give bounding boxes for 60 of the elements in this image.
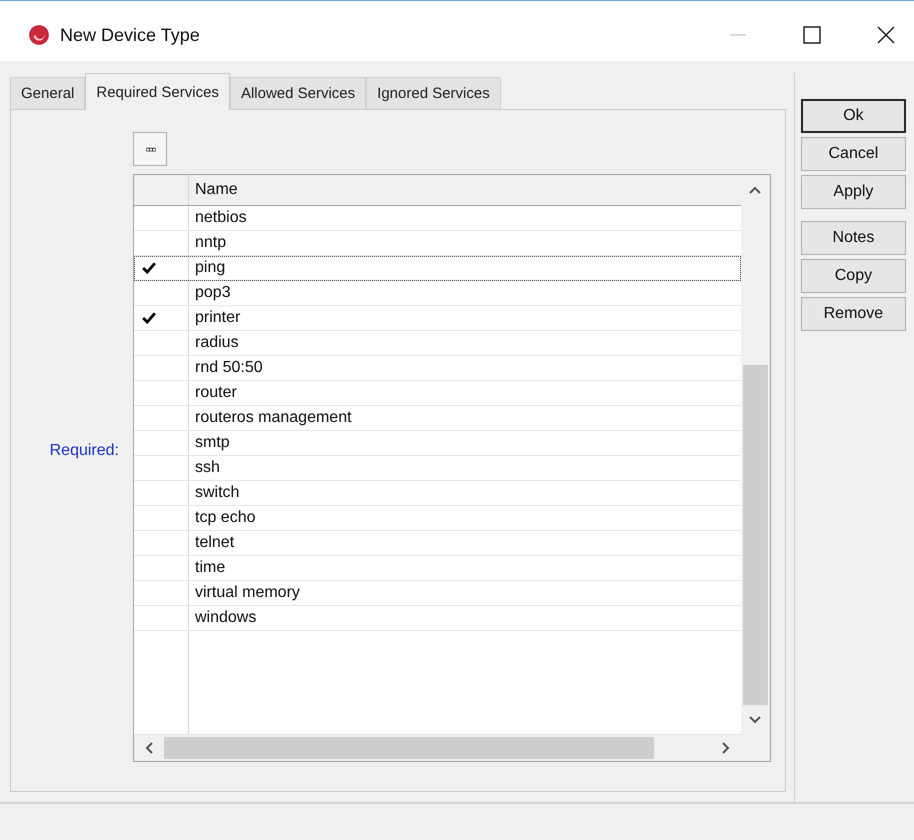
app-logo-icon bbox=[28, 24, 50, 46]
vertical-scrollbar[interactable] bbox=[740, 175, 770, 735]
table-row[interactable]: routeros management bbox=[134, 406, 741, 431]
tab[interactable]: Allowed Services bbox=[230, 77, 366, 109]
dialog-button[interactable]: Copy bbox=[800, 259, 906, 293]
scroll-right-icon[interactable] bbox=[720, 741, 731, 755]
table-cell-text: tcp echo bbox=[194, 508, 256, 528]
table-cell-text: router bbox=[194, 383, 238, 403]
table-cell-text: virtual memory bbox=[194, 583, 301, 603]
table-row[interactable]: rnd 50:50 bbox=[134, 356, 741, 381]
close-icon[interactable] bbox=[876, 25, 896, 45]
table-cell-text: netbios bbox=[194, 208, 248, 228]
dialog-button[interactable]: Remove bbox=[800, 297, 906, 331]
field-label: Required: bbox=[50, 442, 119, 460]
table-row[interactable]: printer bbox=[134, 306, 741, 331]
dialog-button[interactable]: Ok bbox=[800, 99, 906, 133]
table-row[interactable]: smtp bbox=[134, 431, 741, 456]
table-cell-text: pop3 bbox=[194, 283, 232, 303]
window-title: New Device Type bbox=[60, 24, 200, 46]
table-cell-text: rnd 50:50 bbox=[194, 358, 264, 378]
check-icon[interactable] bbox=[142, 311, 156, 325]
table-cell-text: routeros management bbox=[194, 408, 353, 428]
table-row[interactable]: ssh bbox=[134, 456, 741, 481]
table-row[interactable]: virtual memory bbox=[134, 581, 741, 606]
table-row[interactable]: tcp echo bbox=[134, 506, 741, 531]
table-cell-text: smtp bbox=[194, 433, 231, 453]
table-cell-text: ping bbox=[194, 258, 226, 278]
table-row[interactable]: time bbox=[134, 556, 741, 581]
table-row[interactable]: telnet bbox=[134, 531, 741, 556]
scroll-down-icon[interactable] bbox=[748, 715, 762, 725]
table-row[interactable]: netbios bbox=[134, 206, 741, 231]
tab[interactable]: General bbox=[10, 77, 86, 109]
table-cell-text: printer bbox=[194, 308, 242, 328]
dialog-button[interactable]: Apply bbox=[800, 175, 906, 209]
table-cell-text: telnet bbox=[194, 533, 236, 553]
scroll-thumb[interactable] bbox=[164, 737, 654, 759]
table-row[interactable]: pop3 bbox=[134, 281, 741, 306]
table-row[interactable]: router bbox=[134, 381, 741, 406]
table-cell-text: radius bbox=[194, 333, 240, 353]
dialog-button[interactable]: Cancel bbox=[800, 137, 906, 171]
dialog-button[interactable]: Notes bbox=[800, 221, 906, 255]
horizontal-scrollbar[interactable] bbox=[134, 735, 770, 761]
table-row[interactable]: windows bbox=[134, 606, 741, 631]
table-cell-text: time bbox=[194, 558, 226, 578]
table-cell-text: windows bbox=[194, 608, 258, 628]
dots-button[interactable]: ▫▫▫ bbox=[133, 132, 167, 166]
maximize-icon[interactable] bbox=[802, 25, 822, 45]
table-cell-text: ssh bbox=[194, 458, 221, 478]
scroll-thumb[interactable] bbox=[742, 365, 768, 705]
table-row[interactable]: switch bbox=[134, 481, 741, 506]
scroll-up-icon[interactable] bbox=[748, 185, 762, 195]
table-row[interactable]: nntp bbox=[134, 231, 741, 256]
check-icon[interactable] bbox=[142, 261, 156, 275]
table-row[interactable]: radius bbox=[134, 331, 741, 356]
table-cell-text: switch bbox=[194, 483, 240, 503]
scroll-left-icon[interactable] bbox=[144, 741, 154, 755]
table-row[interactable]: ping bbox=[134, 256, 741, 281]
table-cell-text: nntp bbox=[194, 233, 228, 253]
tab[interactable]: Required Services bbox=[85, 73, 230, 110]
tab[interactable]: Ignored Services bbox=[366, 77, 501, 109]
